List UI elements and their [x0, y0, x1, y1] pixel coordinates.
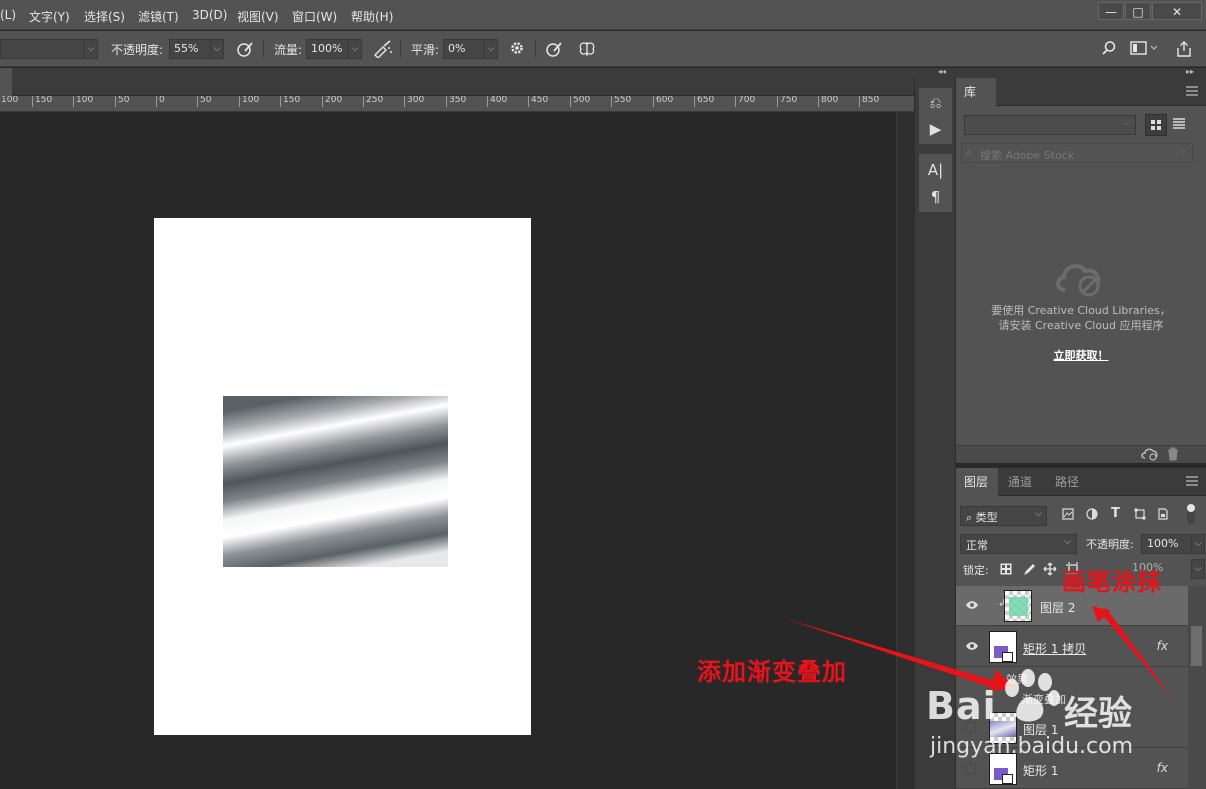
baidu-watermark: Bai 经验 jingyan.baidu.com — [924, 668, 1164, 778]
watermark-url: jingyan.baidu.com — [930, 734, 1134, 759]
brush-note-annotation: 画笔涂抹 — [1062, 568, 1162, 596]
gradient-note-annotation: 添加渐变叠加 — [697, 658, 847, 686]
paw-icon — [998, 668, 1062, 727]
watermark-logo-left: Bai — [926, 684, 997, 728]
photoshop-window: (L) 文字(Y) 选择(S) 滤镜(T) 3D(D) 视图(V) 窗口(W) … — [0, 0, 1206, 789]
watermark-logo-right: 经验 — [1064, 694, 1132, 734]
